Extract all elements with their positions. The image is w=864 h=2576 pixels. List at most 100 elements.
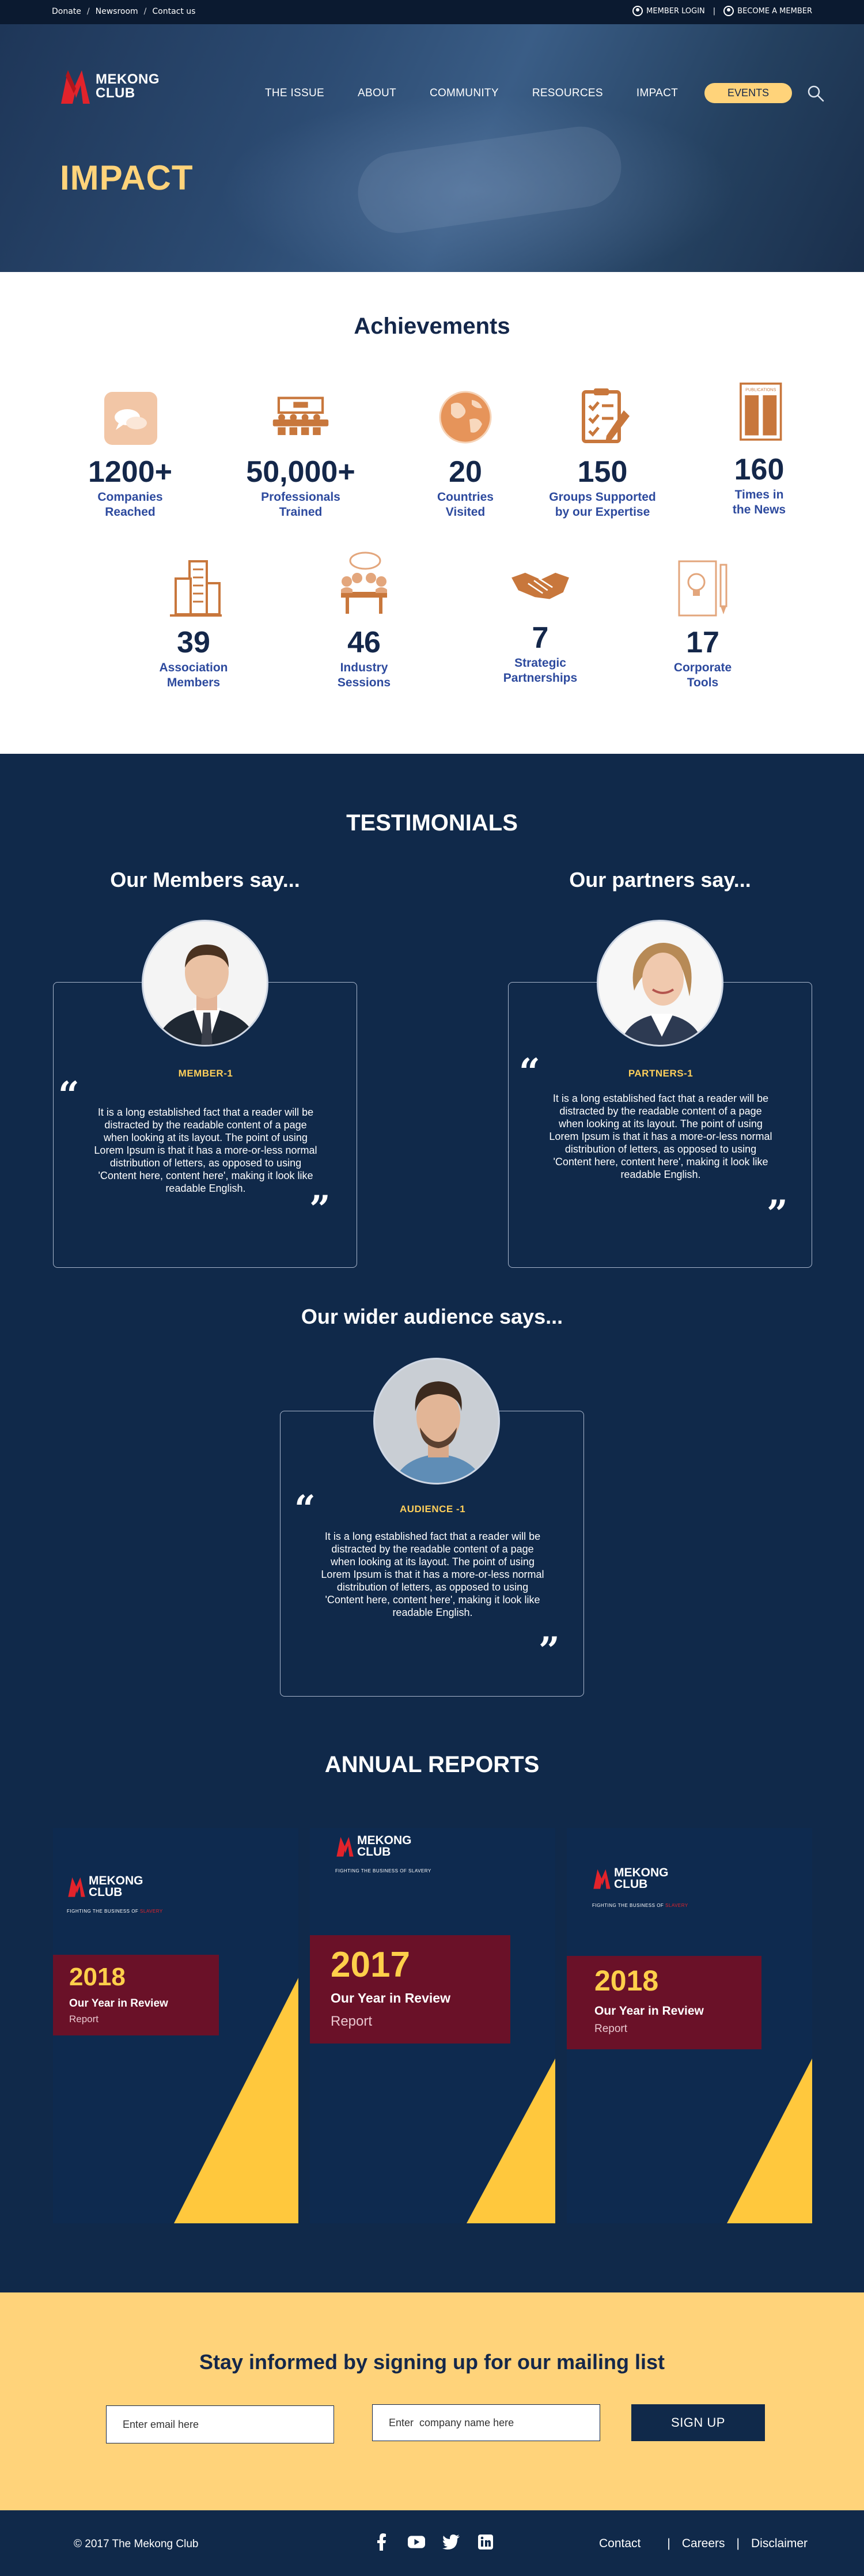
footer-link-careers[interactable]: Careers: [682, 2537, 725, 2551]
nav-item-impact[interactable]: IMPACT: [636, 87, 678, 100]
stat-label: Sessions: [337, 676, 391, 689]
stat-professionals-trained: 50,000+ Professionals Trained: [226, 387, 376, 520]
stat-number: 50,000+: [246, 455, 355, 489]
quote-line: Lorem Ipsum is that it has a more-or-les…: [94, 1145, 317, 1156]
stat-industry-sessions: 46 Industry Sessions: [289, 546, 439, 690]
stat-groups-supported: 150 Groups Supported by our Expertise: [528, 387, 677, 520]
stat-label: Tools: [687, 676, 719, 689]
stat-corporate-tools: 17 Corporate Tools: [628, 558, 778, 690]
stat-number: 39: [177, 626, 210, 659]
sign-up-button[interactable]: SIGN UP: [631, 2404, 765, 2441]
testimonials-section: TESTIMONIALS Our Members say... Our part…: [0, 754, 864, 2292]
youtube-icon[interactable]: [408, 2533, 425, 2551]
contact-us-link[interactable]: Contact us: [152, 7, 195, 16]
audience-avatar: [373, 1358, 500, 1485]
report-triangle-decoration: [727, 2058, 812, 2223]
utility-separator: /: [143, 7, 147, 16]
stat-number: 160: [734, 453, 785, 486]
utility-separator: /: [86, 7, 90, 16]
quote-line: readable English.: [620, 1169, 701, 1180]
donate-link[interactable]: Donate: [52, 7, 81, 16]
become-member-label: BECOME A MEMBER: [737, 6, 812, 16]
user-icon: [632, 6, 643, 16]
chat-bubbles-icon: [104, 392, 157, 445]
site-footer: © 2017 The Mekong Club Contact | Careers…: [0, 2510, 864, 2576]
nav-item-about[interactable]: ABOUT: [358, 87, 396, 100]
stat-association-members: 39 Association Members: [119, 558, 268, 690]
nav-item-the-issue[interactable]: THE ISSUE: [265, 87, 324, 100]
publications-icon: PUBLICATIONS: [740, 382, 782, 441]
report-card-2018-a[interactable]: MEKONG CLUB FIGHTING THE BUSINESS OF SLAV…: [53, 1828, 298, 2223]
footer-link-disclaimer[interactable]: Disclaimer: [751, 2537, 808, 2551]
member-quote: It is a long established fact that a rea…: [70, 1106, 342, 1195]
footer-separator: |: [667, 2537, 670, 2550]
idea-tools-icon: [678, 560, 727, 617]
footer-separator: |: [736, 2537, 740, 2550]
member-portrait-icon: [143, 921, 267, 1045]
quote-line: when looking at its layout. The point of…: [104, 1132, 308, 1143]
quote-line: distribution of letters, as opposed to u…: [564, 1143, 757, 1155]
logo-line1: MEKONG: [96, 71, 160, 87]
account-separator: |: [713, 6, 716, 16]
events-button[interactable]: EVENTS: [704, 83, 793, 103]
search-icon[interactable]: [807, 85, 824, 102]
stat-label: Countries: [437, 490, 494, 504]
quote-line: distribution of letters, as opposed to u…: [336, 1581, 529, 1593]
member-login-label: MEMBER LOGIN: [646, 6, 705, 16]
report-card-2017[interactable]: MEKONG CLUB FIGHTING THE BUSINESS OF SLAV…: [310, 1828, 555, 2223]
stat-label: Industry: [340, 661, 388, 674]
nav-item-resources[interactable]: RESOURCES: [532, 87, 603, 100]
stat-label: Association: [159, 661, 228, 674]
annual-reports-title: ANNUAL REPORTS: [324, 1752, 540, 1777]
quote-line: distribution of letters, as opposed to u…: [109, 1157, 302, 1169]
quote-line: 'Content here, content here', making it …: [98, 1170, 313, 1181]
stat-label: Visited: [445, 505, 486, 519]
page-title: IMPACT: [60, 158, 194, 197]
quote-line: when looking at its layout. The point of…: [331, 1556, 535, 1567]
newsroom-link[interactable]: Newsroom: [96, 7, 138, 16]
members-heading: Our Members say...: [110, 868, 300, 892]
site-logo[interactable]: MEKONG CLUB: [59, 66, 160, 107]
member-login-link[interactable]: MEMBER LOGIN: [632, 6, 705, 16]
become-member-link[interactable]: BECOME A MEMBER: [723, 6, 812, 16]
footer-link-contact[interactable]: Contact: [599, 2537, 641, 2551]
achievements-section: Achievements 1200+ Companies Reached 50,…: [0, 272, 864, 754]
audience-name: AUDIENCE -1: [399, 1504, 466, 1514]
footer-links: Contact | Careers | Disclaimer: [599, 2537, 808, 2551]
copyright-text: © 2017 The Mekong Club: [74, 2538, 199, 2550]
handshake-icon: [511, 572, 569, 599]
quote-line: It is a long established fact that a rea…: [97, 1106, 314, 1118]
stat-label: by our Expertise: [555, 505, 650, 519]
open-quote-icon: “: [519, 1051, 540, 1094]
stat-label: Trained: [279, 505, 323, 519]
partners-heading: Our partners say...: [569, 868, 751, 892]
stat-times-in-news: PUBLICATIONS 160 Times in the News: [684, 382, 834, 518]
buildings-icon: [170, 560, 222, 617]
stat-label: the News: [732, 503, 786, 516]
audience-heading: Our wider audience says...: [301, 1305, 563, 1328]
email-field[interactable]: [106, 2405, 334, 2443]
publications-icon-text: PUBLICATIONS: [745, 387, 776, 392]
report-triangle-decoration: [174, 1978, 298, 2223]
member-name: MEMBER-1: [178, 1068, 233, 1079]
stat-number: 46: [347, 626, 381, 659]
facebook-icon[interactable]: [373, 2533, 391, 2551]
partner-avatar: [597, 920, 723, 1047]
stat-label: Members: [166, 676, 221, 689]
linkedin-icon[interactable]: [477, 2533, 494, 2551]
quote-line: 'Content here, content here', making it …: [553, 1156, 768, 1168]
report-card-2018-b[interactable]: MEKONG CLUB FIGHTING THE BUSINESS OF SLAV…: [567, 1828, 812, 2223]
company-name-field[interactable]: [372, 2404, 600, 2441]
stat-label: Times in: [734, 488, 784, 501]
mailing-list-title: Stay informed by signing up for our mail…: [199, 2350, 665, 2374]
stat-label: Strategic: [514, 656, 566, 670]
globe-icon: [439, 391, 492, 444]
logo-text: MEKONG CLUB: [96, 73, 160, 100]
nav-item-community[interactable]: COMMUNITY: [430, 87, 499, 100]
open-quote-icon: “: [294, 1487, 316, 1531]
quote-line: distracted by the readable content of a …: [331, 1543, 534, 1555]
main-nav: THE ISSUE ABOUT COMMUNITY RESOURCES IMPA…: [265, 83, 824, 103]
twitter-icon[interactable]: [442, 2533, 460, 2551]
audience-quote: It is a long established fact that a rea…: [297, 1530, 569, 1619]
user-icon: [723, 6, 734, 16]
